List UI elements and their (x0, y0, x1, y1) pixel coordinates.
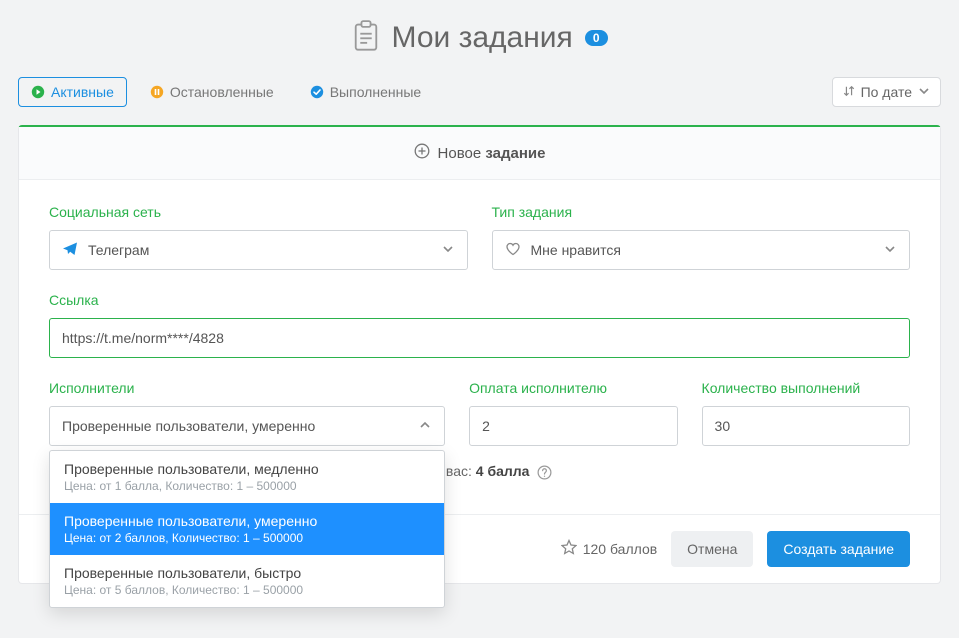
task-form: Социальная сеть Телеграм Тип задания Мне… (19, 180, 940, 514)
create-button[interactable]: Создать задание (767, 531, 910, 567)
help-icon[interactable] (537, 465, 552, 480)
performers-option-fast[interactable]: Проверенные пользователи, быстро Цена: о… (50, 555, 444, 607)
page-title-bar: Мои задания 0 (18, 20, 941, 55)
telegram-icon (62, 241, 78, 260)
option-sub: Цена: от 5 баллов, Количество: 1 – 50000… (64, 583, 430, 597)
sort-icon (843, 84, 855, 100)
page-title: Мои задания (392, 21, 573, 55)
sort-button[interactable]: По дате (832, 77, 941, 107)
chevron-down-icon (883, 242, 897, 259)
task-type-select[interactable]: Мне нравится (492, 230, 911, 270)
option-title: Проверенные пользователи, умеренно (64, 513, 430, 529)
task-type-value: Мне нравится (531, 242, 621, 258)
performers-option-moderate[interactable]: Проверенные пользователи, умеренно Цена:… (50, 503, 444, 555)
link-input[interactable] (49, 318, 910, 358)
header-bold: задание (485, 145, 545, 162)
new-task-card: Новое задание Социальная сеть Телеграм Т… (18, 125, 941, 584)
chevron-down-icon (918, 84, 930, 100)
check-icon (310, 85, 324, 99)
tab-paused-label: Остановленные (170, 84, 274, 100)
option-sub: Цена: от 1 балла, Количество: 1 – 500000 (64, 479, 430, 493)
filter-tabs: Активные Остановленные Выполненные (18, 77, 434, 107)
chevron-up-icon (418, 418, 432, 435)
field-count: Количество выполнений (702, 380, 910, 446)
payment-input[interactable] (469, 406, 677, 446)
performers-select[interactable]: Проверенные пользователи, умеренно (49, 406, 445, 446)
option-title: Проверенные пользователи, медленно (64, 461, 430, 477)
heart-icon (505, 241, 521, 260)
social-select[interactable]: Телеграм (49, 230, 468, 270)
cost-value: 120 баллов (583, 541, 657, 557)
cancel-button[interactable]: Отмена (671, 531, 753, 567)
header-text: Новое задание (438, 145, 546, 162)
label-performers: Исполнители (49, 380, 445, 396)
tab-active-label: Активные (51, 84, 114, 100)
performers-dropdown: Проверенные пользователи, медленно Цена:… (49, 450, 445, 608)
pricing-price: 4 балла (476, 463, 530, 479)
task-count-badge: 0 (585, 30, 608, 46)
label-count: Количество выполнений (702, 380, 910, 396)
label-link: Ссылка (49, 292, 910, 308)
tab-paused[interactable]: Остановленные (137, 77, 287, 107)
play-icon (31, 85, 45, 99)
performers-option-slow[interactable]: Проверенные пользователи, медленно Цена:… (50, 451, 444, 503)
tab-done[interactable]: Выполненные (297, 77, 434, 107)
total-cost: 120 баллов (561, 539, 657, 558)
option-title: Проверенные пользователи, быстро (64, 565, 430, 581)
field-link: Ссылка (49, 292, 910, 358)
tab-active[interactable]: Активные (18, 77, 127, 107)
card-header[interactable]: Новое задание (19, 127, 940, 180)
label-social: Социальная сеть (49, 204, 468, 220)
star-icon (561, 539, 577, 558)
social-value: Телеграм (88, 242, 149, 258)
tab-done-label: Выполненные (330, 84, 421, 100)
field-payment: Оплата исполнителю (469, 380, 677, 446)
clipboard-icon (352, 20, 380, 55)
label-payment: Оплата исполнителю (469, 380, 677, 396)
option-sub: Цена: от 2 баллов, Количество: 1 – 50000… (64, 531, 430, 545)
field-task-type: Тип задания Мне нравится (492, 204, 911, 270)
header-prefix: Новое (438, 145, 482, 162)
sort-label: По дате (861, 84, 912, 100)
field-social: Социальная сеть Телеграм (49, 204, 468, 270)
field-performers: Исполнители Проверенные пользователи, ум… (49, 380, 445, 446)
count-input[interactable] (702, 406, 910, 446)
plus-circle-icon (414, 143, 430, 163)
toolbar: Активные Остановленные Выполненные По да… (18, 77, 941, 107)
chevron-down-icon (441, 242, 455, 259)
label-task-type: Тип задания (492, 204, 911, 220)
pause-icon (150, 85, 164, 99)
performers-value: Проверенные пользователи, умеренно (62, 418, 315, 434)
